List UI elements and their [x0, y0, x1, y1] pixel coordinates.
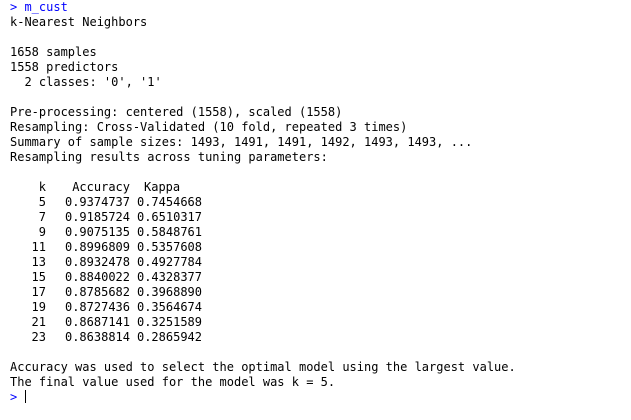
table-row: 19 0.8727436 0.3564674 [10, 300, 631, 315]
cell-kappa: 0.2865942 [136, 330, 202, 344]
input-prompt: > [10, 390, 25, 404]
header-accuracy: Accuracy [72, 180, 130, 194]
preprocessing-line: Pre-processing: centered (1558), scaled … [10, 105, 343, 119]
table-row: 21 0.8687141 0.3251589 [10, 315, 631, 330]
cell-kappa: 0.6510317 [136, 210, 202, 224]
cell-k: 11 [31, 240, 46, 254]
cell-kappa: 0.5357608 [136, 240, 202, 254]
text-cursor [25, 390, 27, 403]
header-kappa: Kappa [144, 180, 181, 194]
cell-accuracy: 0.8932478 [64, 255, 130, 269]
cell-accuracy: 0.8996809 [64, 240, 130, 254]
table-row: 13 0.8932478 0.4927784 [10, 255, 631, 270]
classes-line: 2 classes: '0', '1' [10, 75, 162, 89]
command-text: m_cust [24, 0, 68, 14]
cell-accuracy: 0.8727436 [64, 300, 130, 314]
cell-k: 9 [38, 225, 46, 239]
command-line: > m_cust [10, 0, 631, 15]
table-row: 23 0.8638814 0.2865942 [10, 330, 631, 345]
cell-accuracy: 0.9374737 [64, 195, 130, 209]
cell-kappa: 0.4927784 [136, 255, 202, 269]
cell-accuracy: 0.8785682 [64, 285, 130, 299]
cell-k: 23 [31, 330, 46, 344]
cell-accuracy: 0.9075135 [64, 225, 130, 239]
table-row: 15 0.8840022 0.4328377 [10, 270, 631, 285]
summary-line-2: The final value used for the model was k… [10, 375, 336, 389]
cell-k: 17 [31, 285, 46, 299]
cell-accuracy: 0.8687141 [64, 315, 130, 329]
cell-kappa: 0.5848761 [136, 225, 202, 239]
summary-line-1: Accuracy was used to select the optimal … [10, 360, 516, 374]
resampling-line: Resampling: Cross-Validated (10 fold, re… [10, 120, 408, 134]
cell-kappa: 0.4328377 [136, 270, 202, 284]
header-k: k [38, 180, 46, 194]
r-console[interactable]: > m_cust k-Nearest Neighbors 1658 sample… [0, 0, 631, 420]
cell-kappa: 0.3251589 [136, 315, 202, 329]
tuning-results-table: k Accuracy Kappa 5 0.9374737 0.7454668 7 0.… [10, 180, 631, 345]
cell-accuracy: 0.8638814 [64, 330, 130, 344]
command-prompt: > [10, 0, 25, 14]
table-header-row: k Accuracy Kappa [10, 180, 631, 195]
cell-kappa: 0.7454668 [136, 195, 202, 209]
cell-k: 21 [31, 315, 46, 329]
table-row: 11 0.8996809 0.5357608 [10, 240, 631, 255]
table-row: 7 0.9185724 0.6510317 [10, 210, 631, 225]
cell-accuracy: 0.9185724 [64, 210, 130, 224]
model-title: k-Nearest Neighbors [10, 15, 148, 29]
cell-kappa: 0.3968890 [136, 285, 202, 299]
table-row: 17 0.8785682 0.3968890 [10, 285, 631, 300]
predictors-line: 1558 predictors [10, 60, 119, 74]
cell-kappa: 0.3564674 [136, 300, 202, 314]
cell-k: 19 [31, 300, 46, 314]
cell-k: 7 [38, 210, 46, 224]
cell-k: 13 [31, 255, 46, 269]
results-header-line: Resampling results across tuning paramet… [10, 150, 328, 164]
sample-sizes-line: Summary of sample sizes: 1493, 1491, 149… [10, 135, 473, 149]
samples-line: 1658 samples [10, 45, 97, 59]
cell-k: 5 [38, 195, 46, 209]
input-prompt-line[interactable]: > [10, 390, 631, 405]
table-row: 5 0.9374737 0.7454668 [10, 195, 631, 210]
table-row: 9 0.9075135 0.5848761 [10, 225, 631, 240]
cell-k: 15 [31, 270, 46, 284]
cell-accuracy: 0.8840022 [64, 270, 130, 284]
